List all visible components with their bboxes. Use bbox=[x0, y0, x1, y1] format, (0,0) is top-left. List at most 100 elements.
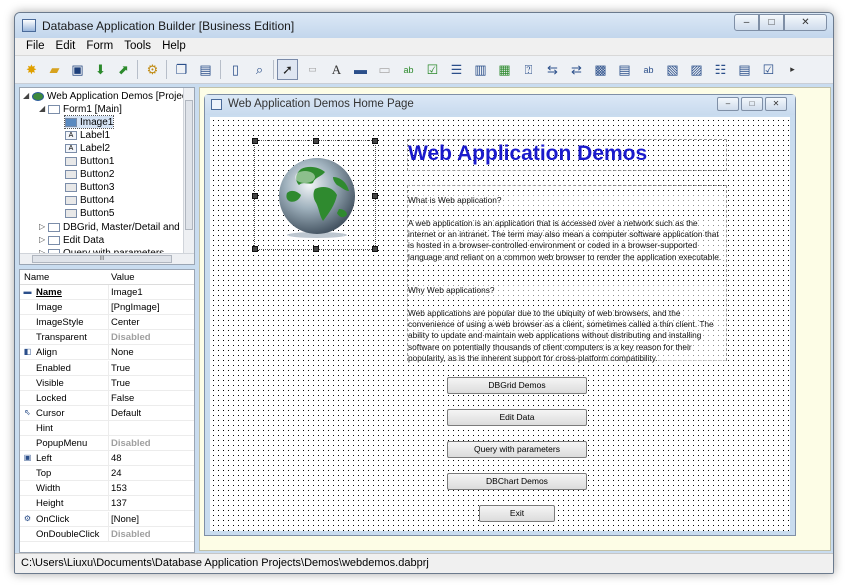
panel-tool-icon[interactable]: ▭ bbox=[374, 59, 395, 80]
image1-component[interactable] bbox=[252, 138, 378, 252]
property-value[interactable]: [PngImage] bbox=[111, 302, 160, 313]
exit-button[interactable]: Exit bbox=[479, 505, 555, 522]
property-row[interactable]: ImageStyle Center bbox=[20, 315, 194, 331]
resize-handle[interactable] bbox=[372, 193, 378, 199]
menu-file[interactable]: File bbox=[21, 38, 51, 55]
memo-tool-icon[interactable]: ▥ bbox=[470, 59, 491, 80]
copy-icon[interactable]: ❐ bbox=[171, 59, 192, 80]
resize-handle[interactable] bbox=[252, 138, 258, 144]
maximize-button[interactable]: □ bbox=[759, 14, 784, 31]
dblist-tool-icon[interactable]: ☷ bbox=[710, 59, 731, 80]
property-row[interactable]: Visible True bbox=[20, 375, 194, 391]
expand-arrow-icon[interactable]: ▷ bbox=[39, 222, 45, 231]
dbcombo-tool-icon[interactable]: ▤ bbox=[734, 59, 755, 80]
menu-help[interactable]: Help bbox=[157, 38, 192, 55]
tree-node-form1[interactable]: Form1 [Main] bbox=[48, 103, 122, 115]
property-value[interactable]: 48 bbox=[111, 453, 122, 464]
property-value[interactable]: 24 bbox=[111, 468, 122, 479]
property-row[interactable]: ▬ Name Image1 bbox=[20, 285, 194, 300]
tree-horizontal-scrollbar[interactable]: III bbox=[20, 253, 194, 264]
db-navigator-icon[interactable]: ⇄ bbox=[566, 59, 587, 80]
tree-node-label1[interactable]: A Label1 bbox=[65, 129, 110, 141]
form-title-bar[interactable]: Web Application Demos Home Page – □ ✕ bbox=[205, 95, 795, 115]
tree-node-button1[interactable]: Button1 bbox=[65, 155, 114, 167]
property-value[interactable]: Disabled bbox=[111, 332, 151, 343]
minimize-button[interactable]: – bbox=[734, 14, 759, 31]
title-bar[interactable]: Database Application Builder [Business E… bbox=[15, 13, 833, 38]
property-row[interactable]: Width 153 bbox=[20, 481, 194, 497]
resize-handle[interactable] bbox=[313, 138, 319, 144]
property-value[interactable]: 153 bbox=[111, 483, 127, 494]
form-minimize-button[interactable]: – bbox=[717, 97, 739, 111]
query-tool-icon[interactable]: ⍰ bbox=[518, 59, 539, 80]
tree-node-label2[interactable]: A Label2 bbox=[65, 142, 110, 154]
collapse-arrow-icon[interactable]: ◢ bbox=[39, 104, 45, 113]
form-maximize-button[interactable]: □ bbox=[741, 97, 763, 111]
property-row[interactable]: ◧ Align None bbox=[20, 345, 194, 361]
menu-tools[interactable]: Tools bbox=[119, 38, 157, 55]
button-tool-icon[interactable]: ▭ bbox=[302, 59, 323, 80]
new-form-icon[interactable]: ▯ bbox=[225, 59, 246, 80]
property-value[interactable]: True bbox=[111, 378, 130, 389]
form-close-button[interactable]: ✕ bbox=[765, 97, 787, 111]
property-row[interactable]: Height 137 bbox=[20, 496, 194, 512]
property-value[interactable]: None bbox=[111, 347, 134, 358]
property-value[interactable]: 137 bbox=[111, 498, 127, 509]
resize-handle[interactable] bbox=[252, 246, 258, 252]
property-row[interactable]: Hint bbox=[20, 420, 194, 436]
property-row[interactable]: OnDoubleClick Disabled bbox=[20, 526, 194, 542]
preview-icon[interactable]: ⌕ bbox=[249, 59, 270, 80]
export-icon[interactable]: ⬈ bbox=[113, 59, 134, 80]
menu-form[interactable]: Form bbox=[81, 38, 119, 55]
property-row[interactable]: Enabled True bbox=[20, 360, 194, 376]
expand-arrow-icon[interactable]: ▷ bbox=[39, 235, 45, 244]
resize-handle[interactable] bbox=[252, 193, 258, 199]
property-value[interactable]: Disabled bbox=[111, 438, 151, 449]
property-row[interactable]: Transparent Disabled bbox=[20, 330, 194, 346]
query-with-parameters-button[interactable]: Query with parameters bbox=[447, 441, 587, 458]
tree-node-dbgrid-form[interactable]: DBGrid, Master/Detail and S bbox=[48, 221, 189, 233]
property-row[interactable]: Top 24 bbox=[20, 466, 194, 482]
tree-node-button3[interactable]: Button3 bbox=[65, 181, 114, 193]
close-button[interactable]: ✕ bbox=[784, 14, 827, 31]
listbox-tool-icon[interactable]: ☰ bbox=[446, 59, 467, 80]
label-tool-icon[interactable]: A bbox=[326, 59, 347, 80]
dbcheck-tool-icon[interactable]: ☑ bbox=[758, 59, 779, 80]
resize-handle[interactable] bbox=[372, 138, 378, 144]
dbgrid-tool-icon[interactable]: ▩ bbox=[590, 59, 611, 80]
property-row[interactable]: PopupMenu Disabled bbox=[20, 436, 194, 451]
menu-edit[interactable]: Edit bbox=[51, 38, 82, 55]
save-icon[interactable]: ▣ bbox=[67, 59, 88, 80]
checkbox-tool-icon[interactable]: ☑ bbox=[422, 59, 443, 80]
new-project-icon[interactable]: ✸ bbox=[21, 59, 42, 80]
tree-vertical-scrollbar[interactable] bbox=[183, 88, 194, 254]
edit-data-button[interactable]: Edit Data bbox=[447, 409, 587, 426]
image-tool-icon[interactable]: ▬ bbox=[350, 59, 371, 80]
form-canvas[interactable]: Web Application Demos What is Web applic… bbox=[210, 117, 790, 531]
tree-node-image1[interactable]: Image1 bbox=[63, 115, 115, 129]
property-value[interactable]: Disabled bbox=[111, 529, 151, 540]
tree-node-button4[interactable]: Button4 bbox=[65, 194, 114, 206]
resize-handle[interactable] bbox=[313, 246, 319, 252]
property-value[interactable]: Default bbox=[111, 408, 141, 419]
property-row[interactable]: ▣ Left 48 bbox=[20, 451, 194, 467]
dbchart-demos-button[interactable]: DBChart Demos bbox=[447, 473, 587, 490]
scroll-thumb-grip[interactable]: III bbox=[32, 255, 172, 263]
label1-component[interactable]: Web Application Demos bbox=[407, 139, 727, 171]
toolbar-more-icon[interactable]: ▸ bbox=[782, 59, 803, 80]
property-row[interactable]: Locked False bbox=[20, 390, 194, 406]
property-row[interactable]: ⚙ OnClick [None] bbox=[20, 511, 194, 527]
label2-component[interactable]: What is Web application? A web applicati… bbox=[407, 185, 727, 365]
property-value[interactable]: [None] bbox=[111, 514, 139, 525]
property-value[interactable]: True bbox=[111, 363, 130, 374]
settings-icon[interactable]: ⚙ bbox=[142, 59, 163, 80]
open-folder-icon[interactable]: ▰ bbox=[44, 59, 65, 80]
tree-node-button5[interactable]: Button5 bbox=[65, 207, 114, 219]
dbgrid-demos-button[interactable]: DBGrid Demos bbox=[447, 377, 587, 394]
property-row[interactable]: ⇖ Cursor Default bbox=[20, 405, 194, 421]
navigator-tool-icon[interactable]: ⇆ bbox=[542, 59, 563, 80]
property-value[interactable]: Image1 bbox=[111, 287, 143, 298]
property-row[interactable]: Image [PngImage] bbox=[20, 300, 194, 316]
grid-tool-icon[interactable]: ▦ bbox=[494, 59, 515, 80]
property-value[interactable]: Center bbox=[111, 317, 140, 328]
